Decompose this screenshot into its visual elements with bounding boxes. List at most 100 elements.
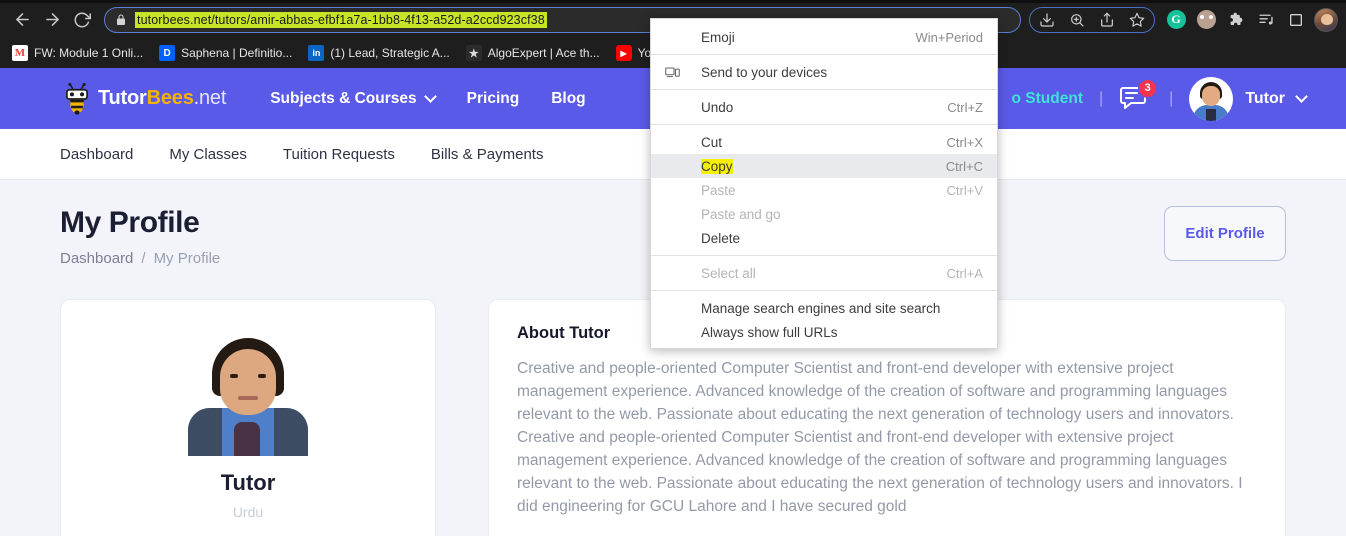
menu-separator [651,124,997,125]
context-menu-item-emoji[interactable]: Emoji Win+Period [651,25,997,49]
context-menu-accelerator: Ctrl+V [947,183,983,198]
divider: | [1099,90,1103,108]
context-menu-accelerator: Win+Period [915,30,983,45]
context-menu-accelerator: Ctrl+X [947,135,983,150]
context-menu-label: Paste and go [687,207,983,222]
bookmark-label: Saphena | Definitio... [181,46,292,60]
menu-separator [651,255,997,256]
navbar-right: o Student | 3 | Tutor [1012,77,1306,121]
profile-photo [182,334,314,456]
context-menu-label: Undo [687,100,947,115]
context-menu-item-paste[interactable]: Paste Ctrl+V [651,178,997,202]
copy-label-wrap: Copy [687,159,946,174]
nav-item-subjects-courses[interactable]: Subjects & Courses [270,90,434,108]
gmail-icon: M [12,45,28,61]
linkedin-icon: in [308,45,324,61]
music-playlist-icon[interactable] [1252,6,1280,34]
profile-avatar-toolbar[interactable] [1314,8,1338,32]
context-menu-accelerator: Ctrl+C [946,159,983,174]
about-body: Creative and people-oriented Computer Sc… [517,357,1257,518]
bookmark-star-icon[interactable] [1123,6,1151,34]
bookmark-item[interactable]: ★ AlgoExpert | Ace th... [466,45,600,61]
url-text[interactable]: tutorbees.net/tutors/amir-abbas-efbf1a7a… [135,12,547,28]
omnibox-context-menu: Emoji Win+Period Send to your devices Un… [650,18,998,349]
context-menu-label: Delete [687,231,983,246]
bee-logo-icon [60,83,94,115]
toolbar-icon-group: G [1029,6,1338,34]
logo-accent: Bees [147,87,194,109]
face-extension-icon[interactable] [1192,6,1220,34]
grammarly-extension-icon[interactable]: G [1162,6,1190,34]
context-menu-item-paste-and-go[interactable]: Paste and go [651,202,997,226]
context-menu-label: Send to your devices [687,65,983,80]
algoexpert-icon: ★ [466,45,482,61]
zoom-icon[interactable] [1063,6,1091,34]
context-menu-item-send-to-devices[interactable]: Send to your devices [651,60,997,84]
lock-icon[interactable] [115,13,127,27]
subnav-item-my-classes[interactable]: My Classes [169,146,247,163]
chevron-down-icon [424,90,437,103]
bookmark-item[interactable]: M FW: Module 1 Onli... [12,45,143,61]
profile-card: Tutor Urdu [60,299,436,536]
bookmark-item[interactable]: D Saphena | Definitio... [159,45,292,61]
messages-button[interactable]: 3 [1119,84,1153,114]
breadcrumb-current: My Profile [154,250,221,267]
message-count-badge: 3 [1138,79,1157,98]
subnav-item-bills-payments[interactable]: Bills & Payments [431,146,544,163]
nav-item-blog[interactable]: Blog [551,90,585,108]
context-menu-label: Emoji [687,30,915,45]
menu-separator [651,54,997,55]
primary-nav: Subjects & Courses Pricing Blog [270,90,617,108]
sidepanel-icon[interactable] [1282,6,1310,34]
devices-icon [665,66,687,79]
context-menu-accelerator: Ctrl+Z [947,100,983,115]
nav-label: Subjects & Courses [270,90,416,108]
subnav-item-tuition-requests[interactable]: Tuition Requests [283,146,395,163]
switch-to-student-link[interactable]: o Student [1012,90,1083,108]
logo-text: TutorBees.net [98,87,226,110]
nav-item-pricing[interactable]: Pricing [467,90,520,108]
context-menu-label: Manage search engines and site search [687,301,983,316]
site-logo[interactable]: TutorBees.net [60,83,226,115]
bookmark-label: AlgoExpert | Ace th... [488,46,600,60]
back-button[interactable] [8,6,36,34]
share-icon[interactable] [1093,6,1121,34]
bookmark-item[interactable]: in (1) Lead, Strategic A... [308,45,449,61]
breadcrumb-root[interactable]: Dashboard [60,250,133,267]
dropbox-icon: D [159,45,175,61]
menu-separator [651,290,997,291]
omnibox-action-group [1029,7,1155,33]
puzzle-extensions-icon[interactable] [1222,6,1250,34]
bookmark-item[interactable]: ▶ Yo [616,45,652,61]
context-menu-item-manage-search-engines[interactable]: Manage search engines and site search [651,296,997,320]
user-avatar[interactable] [1189,77,1233,121]
downloads-icon[interactable] [1033,6,1061,34]
logo-suffix: .net [194,87,227,109]
user-name-label[interactable]: Tutor [1245,90,1285,108]
menu-separator [651,89,997,90]
profile-name: Tutor [221,470,276,496]
context-menu-label: Copy [701,159,733,174]
context-menu-accelerator: Ctrl+A [947,266,983,281]
divider: | [1169,90,1173,108]
context-menu-item-delete[interactable]: Delete [651,226,997,250]
edit-profile-button[interactable]: Edit Profile [1164,206,1286,261]
context-menu-label: Always show full URLs [687,325,983,340]
reload-button[interactable] [68,6,96,34]
context-menu-item-select-all[interactable]: Select all Ctrl+A [651,261,997,285]
subnav-item-dashboard[interactable]: Dashboard [60,146,133,163]
youtube-icon: ▶ [616,45,632,61]
profile-subtitle: Urdu [233,504,263,520]
bookmark-label: FW: Module 1 Onli... [34,46,143,60]
context-menu-item-undo[interactable]: Undo Ctrl+Z [651,95,997,119]
context-menu-item-cut[interactable]: Cut Ctrl+X [651,130,997,154]
context-menu-label: Select all [687,266,947,281]
bookmark-label: (1) Lead, Strategic A... [330,46,449,60]
context-menu-label: Paste [687,183,947,198]
context-menu-item-always-show-full-urls[interactable]: Always show full URLs [651,320,997,344]
context-menu-item-copy[interactable]: Copy Ctrl+C [651,154,997,178]
breadcrumb-separator: / [141,250,145,267]
forward-button[interactable] [38,6,66,34]
context-menu-label: Cut [687,135,947,150]
chevron-down-icon[interactable] [1295,90,1308,103]
